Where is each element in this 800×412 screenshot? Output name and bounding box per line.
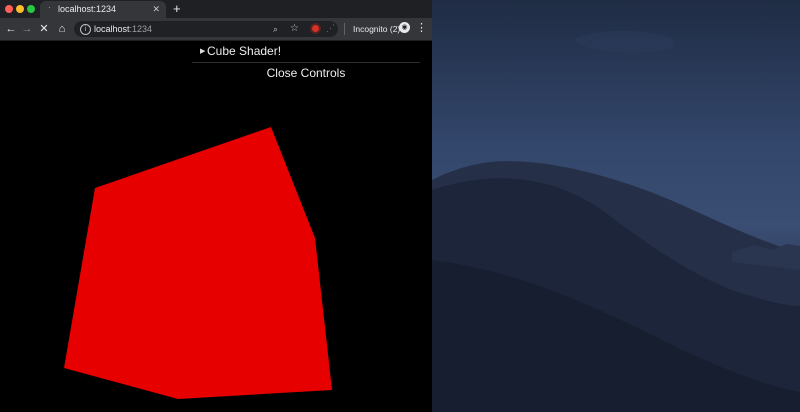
close-controls-button[interactable]: Close Controls	[192, 63, 420, 83]
page-canvas[interactable]: ▶ Cube Shader! Close Controls	[0, 41, 432, 412]
controls-folder[interactable]: ▶ Cube Shader!	[192, 41, 420, 63]
tab-close-icon[interactable]: ✕	[152, 3, 160, 16]
browser-toolbar: ← → ✕ ⌂ i localhost:1234 ⌕ ☆ ➤ ⋰ Incogni…	[0, 18, 432, 54]
browser-window: · localhost:1234 ✕ + ← → ✕ ⌂ i localhost…	[0, 0, 432, 412]
wallpaper-dunes	[432, 30, 800, 412]
tab-loading-icon: ·	[48, 3, 51, 12]
window-minimize-button[interactable]	[16, 5, 24, 13]
record-icon[interactable]	[312, 25, 319, 32]
arrow-right-icon[interactable]: →	[19, 21, 35, 37]
extension-icon[interactable]: ⋰	[326, 21, 335, 35]
toolbar-divider	[344, 23, 345, 35]
webgl-canvas[interactable]	[0, 41, 432, 412]
arrow-left-icon[interactable]: ←	[3, 21, 19, 37]
info-icon[interactable]: i	[80, 24, 91, 35]
browser-tab[interactable]: · localhost:1234 ✕	[40, 1, 166, 18]
incognito-label[interactable]: Incognito (2)	[353, 23, 400, 35]
incognito-avatar-icon[interactable]: ◉	[399, 22, 410, 33]
window-maximize-button[interactable]	[27, 5, 35, 13]
window-close-button[interactable]	[5, 5, 13, 13]
controls-panel: ▶ Cube Shader! Close Controls	[192, 41, 420, 83]
url-port: :1234	[129, 24, 153, 34]
address-bar[interactable]: i localhost:1234 ⌕ ☆	[74, 21, 338, 37]
folder-title: Cube Shader!	[207, 44, 282, 58]
tab-title: localhost:1234	[58, 4, 117, 14]
url-host: localhost	[94, 24, 130, 34]
tab-strip: · localhost:1234 ✕ +	[0, 0, 432, 18]
caret-right-icon: ▶	[200, 48, 206, 55]
red-cube	[64, 127, 332, 399]
star-icon[interactable]: ☆	[290, 22, 299, 35]
new-tab-button[interactable]: +	[173, 1, 181, 17]
url-text: localhost:1234	[94, 23, 152, 35]
desktop-wallpaper	[432, 0, 800, 412]
close-icon[interactable]: ✕	[36, 21, 52, 37]
home-icon[interactable]: ⌂	[54, 21, 70, 37]
more-vert-icon[interactable]: ⋮	[416, 22, 427, 34]
zoom-icon[interactable]: ⌕	[273, 23, 278, 35]
